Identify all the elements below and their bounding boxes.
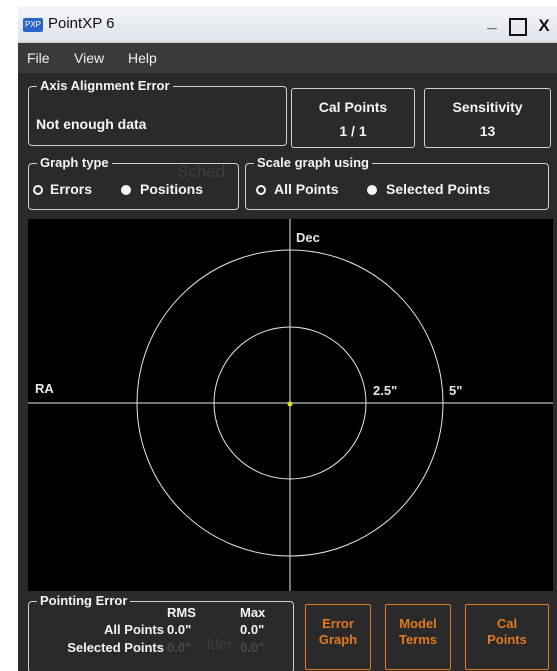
scale-graph-legend: Scale graph using (254, 155, 372, 170)
error-graph-line1: Error (322, 616, 354, 631)
error-graph-button[interactable]: Error Graph (305, 604, 371, 670)
menu-help[interactable]: Help (128, 50, 157, 66)
outer-ring-label: 5" (449, 383, 463, 398)
cal-points-counter[interactable]: Cal Points 1 / 1 (291, 88, 415, 148)
window-title: PointXP 6 (48, 15, 115, 32)
menu-bar: File View Help (18, 43, 557, 73)
selected-points-rms: 0.0" (167, 640, 192, 655)
sensitivity-label: Sensitivity (452, 99, 523, 115)
scale-selected-points-label[interactable]: Selected Points (386, 181, 490, 197)
all-points-max: 0.0" (240, 622, 265, 637)
all-points-rms: 0.0" (167, 622, 192, 637)
selected-points-label: Selected Points (67, 640, 164, 655)
dec-axis-label: Dec (296, 230, 320, 245)
graph-type-errors-radio[interactable] (33, 185, 43, 195)
graph-type-legend: Graph type (37, 155, 112, 170)
cal-points-btn-line1: Cal (496, 616, 518, 631)
max-header: Max (240, 605, 266, 620)
axis-alignment-value: Not enough data (36, 116, 147, 132)
sensitivity-control[interactable]: Sensitivity 13 (424, 88, 551, 148)
cal-points-button[interactable]: Cal Points (465, 604, 549, 670)
inner-ring-label: 2.5" (373, 383, 398, 398)
pointing-graph[interactable]: Dec RA 2.5" 5" (28, 219, 553, 591)
scale-all-points-radio[interactable] (256, 185, 266, 195)
data-point (287, 401, 293, 407)
axis-alignment-legend: Axis Alignment Error (37, 78, 173, 93)
cal-points-value: 1 / 1 (339, 123, 367, 139)
cal-points-btn-line2: Points (487, 632, 527, 647)
graph-type-group: Graph type Errors Positions Sched (28, 155, 239, 210)
graph-type-errors-label[interactable]: Errors (50, 181, 92, 197)
menu-view[interactable]: View (74, 50, 104, 66)
axis-alignment-group: Axis Alignment Error Not enough data (28, 78, 287, 146)
ghost-text-bottom: lder (207, 636, 233, 653)
model-terms-button[interactable]: Model Terms (385, 604, 451, 670)
selected-points-max: 0.0" (240, 640, 265, 655)
main-window: PXP PointXP 6 _ X File View Help Axis Al… (18, 6, 557, 671)
title-bar: PXP PointXP 6 _ X (18, 6, 557, 43)
ghost-text-top: Sched (177, 162, 226, 181)
app-icon: PXP (23, 18, 43, 32)
graph-type-positions-radio[interactable] (121, 185, 131, 195)
minimize-button[interactable]: _ (482, 12, 502, 32)
error-graph-line2: Graph (318, 632, 358, 647)
scale-selected-points-radio[interactable] (367, 185, 377, 195)
scale-graph-group: Scale graph using All Points Selected Po… (245, 155, 549, 210)
model-terms-line2: Terms (398, 632, 438, 647)
rms-header: RMS (167, 605, 196, 620)
pointing-error-group: Pointing Error RMS Max All Points 0.0" 0… (28, 593, 294, 671)
pointing-error-legend: Pointing Error (37, 593, 131, 608)
close-button[interactable]: X (534, 16, 554, 36)
model-terms-line1: Model (399, 616, 437, 631)
cal-points-label: Cal Points (318, 99, 388, 115)
menu-file[interactable]: File (27, 50, 50, 66)
sensitivity-value: 13 (479, 123, 496, 139)
ra-axis-label: RA (35, 381, 54, 396)
maximize-button[interactable] (509, 18, 527, 36)
scale-all-points-label[interactable]: All Points (274, 181, 339, 197)
all-points-label: All Points (104, 622, 164, 637)
graph-canvas (28, 219, 553, 591)
graph-type-positions-label[interactable]: Positions (140, 181, 203, 197)
